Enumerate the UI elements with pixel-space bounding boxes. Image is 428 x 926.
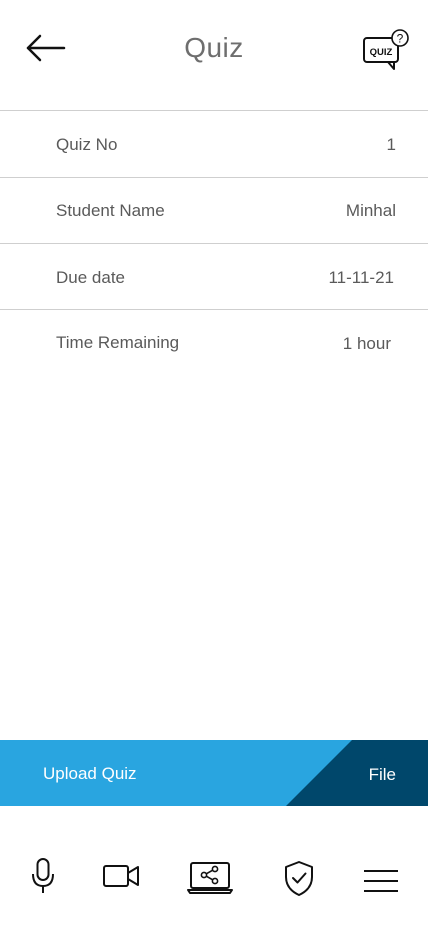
detail-value: 1 hour xyxy=(342,334,391,353)
detail-label: Due date xyxy=(56,268,125,287)
bottom-toolbar xyxy=(0,806,428,926)
detail-row-quiz-no: Quiz No 1 xyxy=(0,111,428,178)
detail-label: Student Name xyxy=(56,201,165,220)
shield-check-icon xyxy=(285,861,313,896)
detail-value: Minhal xyxy=(345,201,396,220)
microphone-icon xyxy=(32,858,54,893)
header: Quiz ? QUIZ xyxy=(0,0,428,111)
detail-row-due-date: Due date 11-11-21 xyxy=(0,244,428,310)
detail-value: 1 xyxy=(386,135,396,154)
video-button[interactable] xyxy=(101,862,141,890)
quiz-speech-bubble-icon: ? QUIZ xyxy=(363,29,409,70)
detail-row-student-name: Student Name Minhal xyxy=(0,178,428,244)
svg-text:?: ? xyxy=(397,32,404,46)
video-camera-icon xyxy=(103,865,139,887)
security-button[interactable] xyxy=(282,858,316,898)
menu-icon xyxy=(364,870,398,892)
detail-row-time-remaining: Time Remaining 1 hour xyxy=(0,310,428,372)
file-button[interactable]: File xyxy=(369,765,396,785)
screen-share-icon xyxy=(187,862,233,894)
menu-button[interactable] xyxy=(362,868,400,896)
microphone-button[interactable] xyxy=(28,856,58,896)
detail-label: Time Remaining xyxy=(56,333,180,352)
detail-value: 11-11-21 xyxy=(328,268,394,287)
quiz-icon-button[interactable]: ? QUIZ xyxy=(358,26,412,72)
screen-share-button[interactable] xyxy=(186,860,234,896)
detail-label: Quiz No xyxy=(56,135,118,154)
quiz-icon-text: QUIZ xyxy=(370,47,393,58)
upload-bar: Upload Quiz File xyxy=(0,740,428,806)
upload-quiz-button[interactable]: Upload Quiz xyxy=(43,764,137,784)
